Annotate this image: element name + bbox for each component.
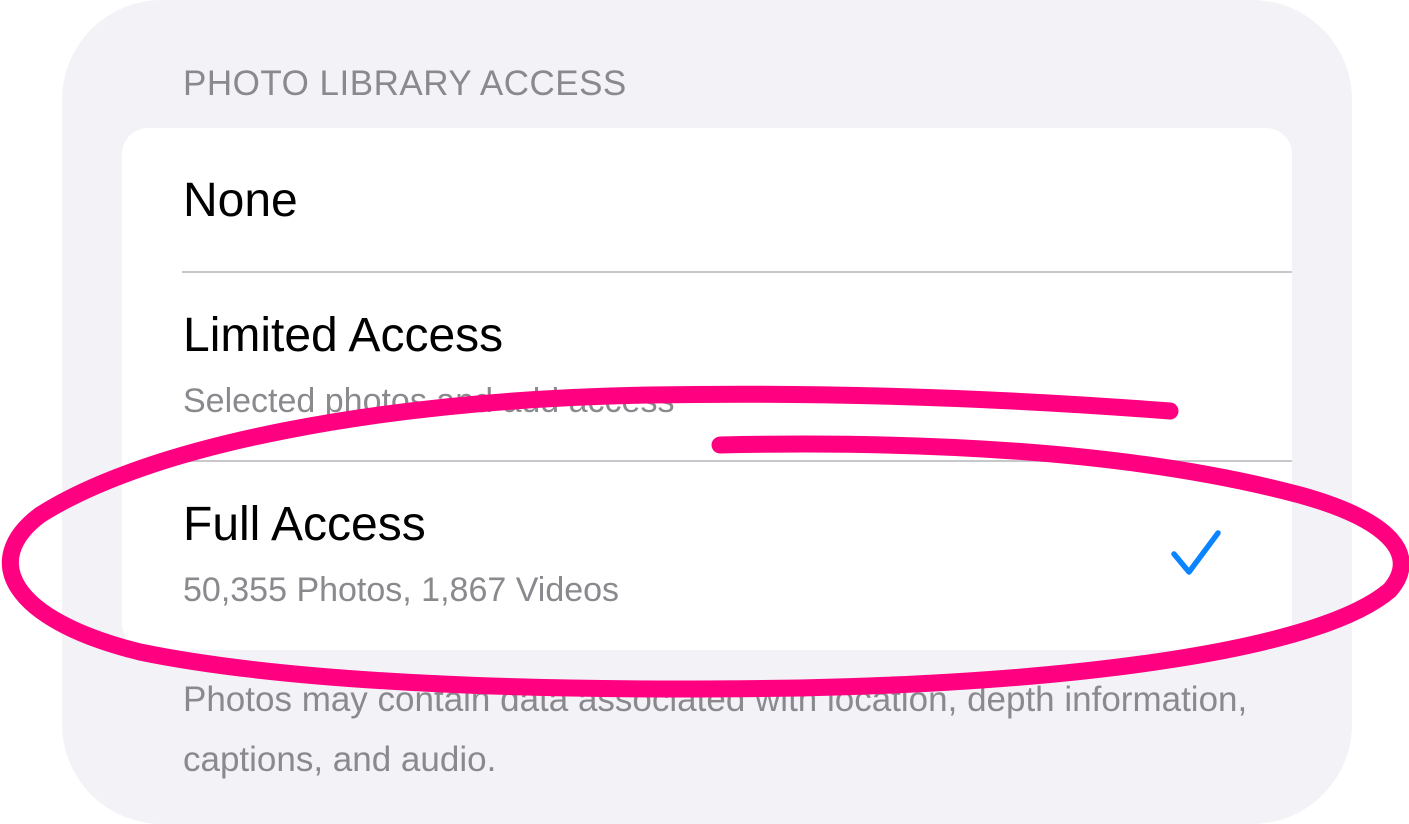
settings-screen: PHOTO LIBRARY ACCESS None Limited Access… xyxy=(0,0,1409,824)
option-none-label: None xyxy=(183,174,298,227)
option-limited-access-subtitle: Selected photos and add access xyxy=(183,382,675,420)
option-full-access-label: Full Access xyxy=(183,498,426,551)
section-header: PHOTO LIBRARY ACCESS xyxy=(183,64,627,103)
option-limited-access[interactable]: Limited Access Selected photos and add a… xyxy=(122,272,1292,460)
footer-note: Photos may contain data associated with … xyxy=(183,680,1248,779)
option-none[interactable]: None xyxy=(122,128,1292,271)
option-full-access[interactable]: Full Access 50,355 Photos, 1,867 Videos xyxy=(122,461,1292,650)
option-limited-access-label: Limited Access xyxy=(183,309,504,362)
access-options-list: None Limited Access Selected photos and … xyxy=(122,128,1292,650)
checkmark-icon xyxy=(1171,530,1221,575)
option-full-access-subtitle: 50,355 Photos, 1,867 Videos xyxy=(183,571,620,609)
